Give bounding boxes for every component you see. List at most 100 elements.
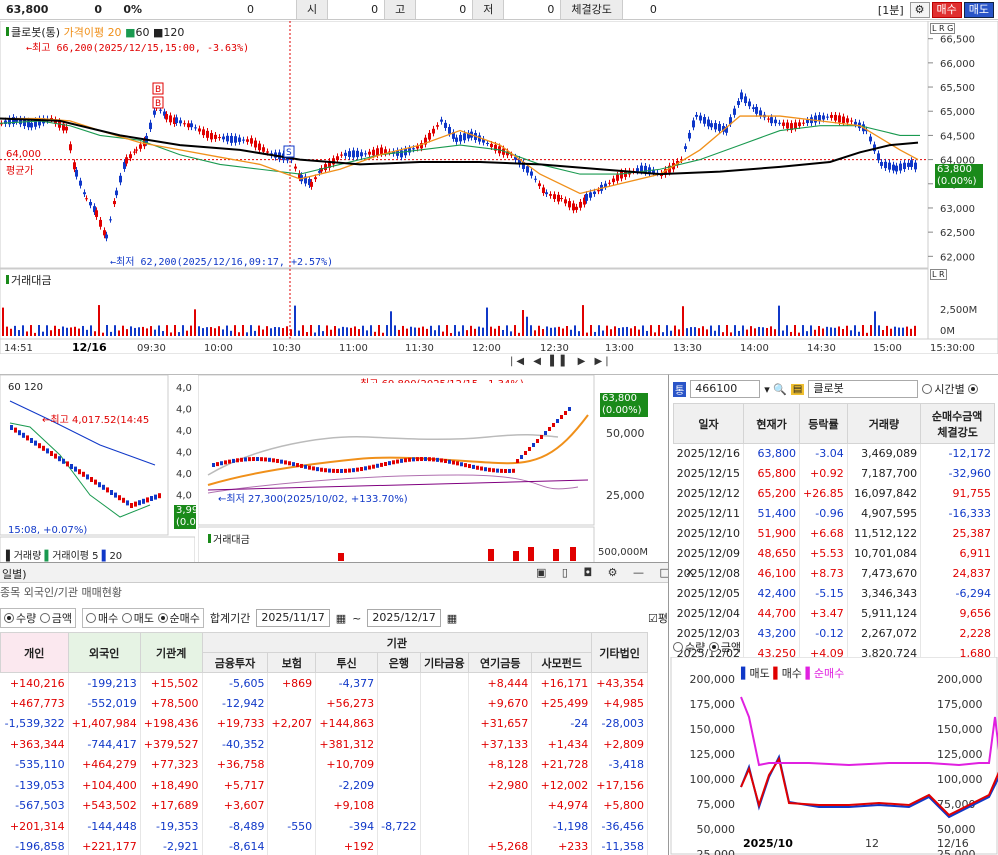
list-item[interactable]: 2025/12/05 42,400 -5.15 3,346,343 -6,294 <box>673 583 995 604</box>
buy-button[interactable]: 매수 <box>931 1 962 18</box>
mini-right-svg[interactable]: 50,000 25,000 500,000M <box>198 375 668 563</box>
table-row[interactable]: -196,858 +221,177 -2,921 -8,614 +192 +5,268 +2… <box>0 836 648 855</box>
col-rate[interactable]: 등락률 <box>799 403 848 444</box>
lr-icon[interactable]: L R <box>930 269 947 280</box>
col-net-amount[interactable]: 순매수금액 체결강도 <box>920 403 995 444</box>
daily-chart-svg[interactable]: 200,000 200,000 175,000 175,000 150,000 150,0… <box>669 657 998 855</box>
volume-bar <box>438 325 440 336</box>
col-inst-7[interactable]: 기타금융 <box>419 652 470 673</box>
table-row[interactable]: -567,503 +543,502 +17,689 +3,607 +9,108 +4,97… <box>0 795 648 816</box>
daily-table: 일자 현재가 등락률 거래량 순매수금액 체결강도 2025/12/16 63,80… <box>673 403 995 664</box>
candle <box>183 123 186 125</box>
table-row[interactable]: -535,110 +464,279 +77,323 +36,758 +10,709 +8,… <box>0 754 648 775</box>
radio-quantity[interactable] <box>4 613 14 623</box>
table-cell: 16,097,842 <box>847 483 922 504</box>
candle <box>548 427 551 431</box>
table-cell: -28,003 <box>591 713 648 734</box>
table-row[interactable]: +363,344 -744,417 +379,527 -40,352 +381,312 +… <box>0 734 648 755</box>
col-inst-9[interactable]: 사모펀드 <box>531 652 593 673</box>
folder-icon[interactable]: ▤ <box>790 383 805 395</box>
name-field[interactable]: 클로봇 <box>808 380 919 398</box>
table-cell: 51,400 <box>743 503 801 524</box>
table-row[interactable]: +201,314 -144,448 -19,353 -8,489 -550 -394 -8,… <box>0 816 648 837</box>
search-icon[interactable]: ▾ 🔍 <box>764 383 787 396</box>
list-item[interactable]: 2025/12/09 48,650 +5.53 10,701,084 6,911 <box>673 543 995 564</box>
volume-bar <box>638 329 640 336</box>
candle <box>549 194 552 196</box>
table-row[interactable]: -139,053 +104,400 +18,490 +5,717 -2,209 +2,98… <box>0 775 648 796</box>
sell-marker: S <box>286 148 292 158</box>
volume-bar <box>488 549 494 561</box>
candle <box>83 192 86 195</box>
list-item[interactable]: 2025/12/04 44,700 +3.47 5,911,124 9,656 <box>673 603 995 624</box>
main-chart-svg[interactable]: 66,50066,00065,50065,00064,50064,00063,5… <box>0 20 998 355</box>
volume-bar <box>386 325 388 336</box>
candle <box>336 156 339 161</box>
list-item[interactable]: 2025/12/15 65,800 +0.92 7,187,700 -32,960 <box>673 463 995 484</box>
col-inst-8[interactable]: 연기금등 <box>468 652 533 673</box>
col-volume[interactable]: 거래량 <box>846 403 922 444</box>
y-tick-right: 200,000 <box>937 673 983 686</box>
col-date[interactable]: 일자 <box>673 403 744 444</box>
period-to-input[interactable]: 2025/12/17 <box>367 609 441 627</box>
candle <box>85 198 88 200</box>
volume-bar <box>262 329 264 336</box>
candle <box>238 137 241 142</box>
list-item[interactable]: 2025/12/11 51,400 -0.96 4,907,595 -16,333 <box>673 503 995 524</box>
lrg-icon[interactable]: L R G <box>930 23 956 34</box>
col-inst-6[interactable]: 은행 <box>377 652 421 673</box>
chart-controls[interactable]: |◀ ◀ ▌▌ ▶ ▶| <box>510 356 612 367</box>
list-item[interactable]: 2025/12/16 63,800 -3.04 3,469,089 -12,172 <box>673 443 995 464</box>
calendar-icon[interactable]: ▦ <box>336 612 346 625</box>
table-cell: -24 <box>531 713 593 734</box>
average-checkbox[interactable]: ☑평 <box>648 610 668 626</box>
col-individual[interactable]: 개인 <box>0 632 69 673</box>
radio-net[interactable] <box>157 613 168 623</box>
sell-button[interactable]: 매도 <box>963 1 994 18</box>
period-from-input[interactable]: 2025/11/17 <box>256 609 330 627</box>
volume-bar <box>778 305 780 336</box>
table-cell <box>267 754 317 775</box>
volume-bar <box>222 329 224 336</box>
list-item[interactable]: 2025/12/12 65,200 +26.85 16,097,842 91,755 <box>673 483 995 504</box>
col-foreign[interactable]: 외국인 <box>67 632 141 673</box>
candle <box>106 487 109 493</box>
col-inst-3[interactable]: 금융투자 <box>201 652 269 673</box>
radio-daily-amount[interactable] <box>708 642 719 652</box>
code-input[interactable]: 466100 <box>690 380 761 398</box>
calendar-icon-2[interactable]: ▦ <box>447 612 457 625</box>
volume-bar <box>874 311 876 336</box>
list-item[interactable]: 2025/12/10 51,900 +6.68 11,512,122 25,387 <box>673 523 995 544</box>
radio-amount[interactable] <box>39 613 50 623</box>
candle <box>612 178 615 183</box>
radio-time[interactable] <box>922 384 933 394</box>
radio-daily-quantity[interactable] <box>673 642 683 652</box>
candle <box>524 451 527 455</box>
volume-bar <box>66 327 68 336</box>
col-inst-4[interactable]: 보험 <box>267 652 317 673</box>
table-cell: +104,400 <box>68 775 141 796</box>
table-row[interactable]: -1,539,322 +1,407,984 +198,436 +19,733 +2,20… <box>0 713 648 734</box>
col-price[interactable]: 현재가 <box>742 403 801 444</box>
radio-buy[interactable] <box>86 613 96 623</box>
col-inst-5[interactable]: 투신 <box>315 652 379 673</box>
candle <box>50 451 53 456</box>
radio-sell[interactable] <box>121 613 132 623</box>
gear-icon[interactable]: ⚙ <box>909 1 930 18</box>
col-other-corp[interactable]: 기타법인 <box>591 632 648 673</box>
high-note: ←최고 66,200(2025/12/15,15:00, -3.63%) <box>26 43 250 54</box>
radio-daily[interactable] <box>968 384 979 394</box>
table-cell: 2025/12/10 <box>673 523 744 544</box>
interval-selector[interactable]: [1분] <box>872 2 910 18</box>
table-cell <box>468 795 533 816</box>
investor-title: 일별) <box>2 568 27 581</box>
table-row[interactable]: +467,773 -552,019 +78,500 -12,942 +56,273 +9,… <box>0 693 648 714</box>
list-item[interactable]: 2025/12/08 46,100 +8.73 7,473,670 24,837 <box>673 563 995 584</box>
candle <box>292 462 295 467</box>
x-tick-label: 14:30 <box>807 343 836 354</box>
candle <box>520 455 523 459</box>
col-institution-total[interactable]: 기관계 <box>139 632 203 673</box>
table-row[interactable]: +140,216 -199,213 +15,502 -5,605 +869 -4,377 +… <box>0 672 648 693</box>
candle <box>744 96 747 104</box>
candle <box>538 183 541 187</box>
